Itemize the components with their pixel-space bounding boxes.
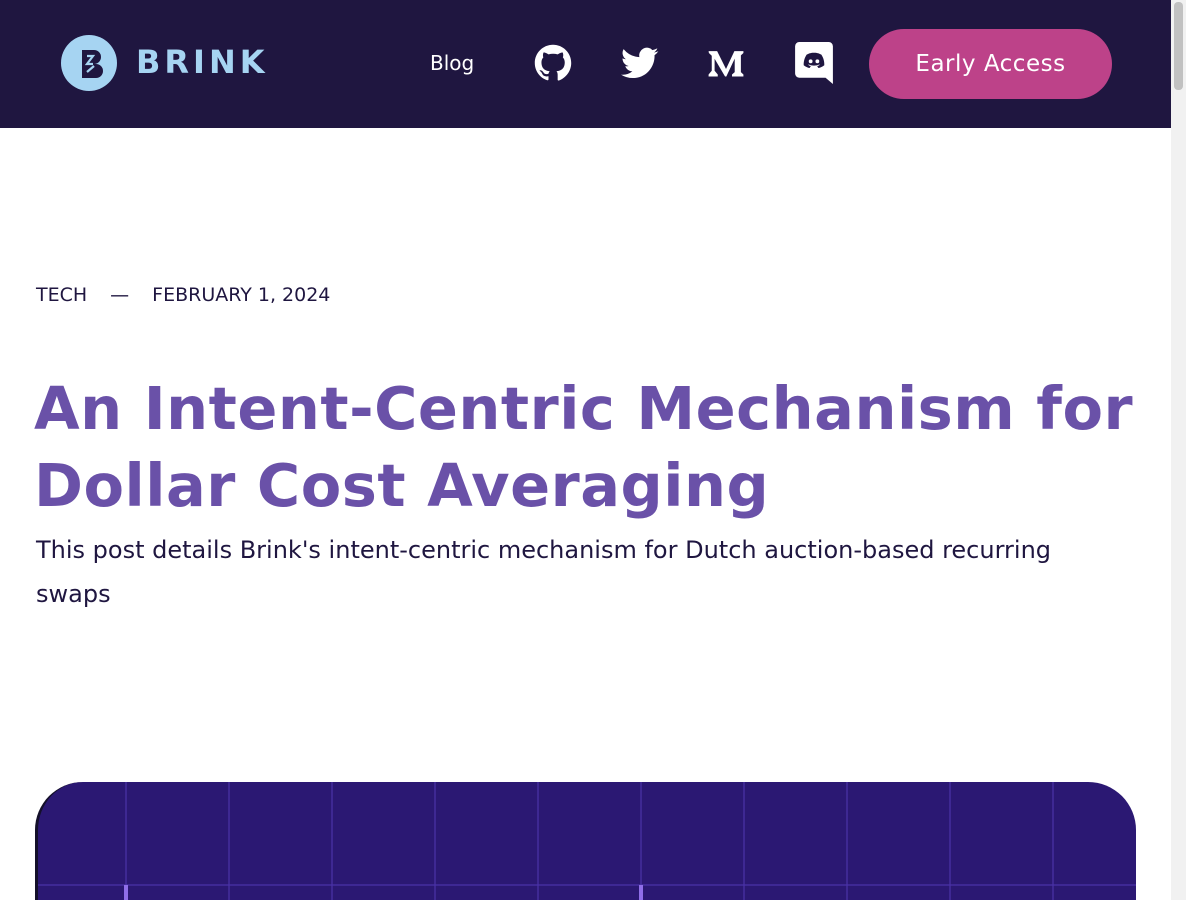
post-date: FEBRUARY 1, 2024 <box>152 284 331 306</box>
discord-icon[interactable] <box>795 42 833 84</box>
brand-logo[interactable]: BRINK <box>58 32 269 92</box>
site-header: BRINK Blog Early Access <box>0 0 1171 128</box>
post-category[interactable]: TECH <box>36 284 87 306</box>
github-icon[interactable] <box>534 44 572 82</box>
hero-grid-pattern <box>38 782 1136 900</box>
post-title: An Intent-Centric Mechanism for Dollar C… <box>34 374 1134 520</box>
scrollbar-thumb[interactable] <box>1174 2 1183 90</box>
post-meta: TECH — FEBRUARY 1, 2024 <box>36 284 330 306</box>
vertical-scrollbar[interactable] <box>1171 0 1186 900</box>
brand-name: BRINK <box>136 43 269 81</box>
medium-icon[interactable] <box>707 44 745 82</box>
brink-logo-icon <box>61 35 117 91</box>
early-access-button[interactable]: Early Access <box>869 29 1112 99</box>
post-subtitle: This post details Brink's intent-centric… <box>36 536 1052 608</box>
nav-blog-link[interactable]: Blog <box>430 50 474 76</box>
twitter-icon[interactable] <box>621 44 659 82</box>
hero-image <box>35 782 1136 900</box>
meta-separator: — <box>110 284 130 306</box>
